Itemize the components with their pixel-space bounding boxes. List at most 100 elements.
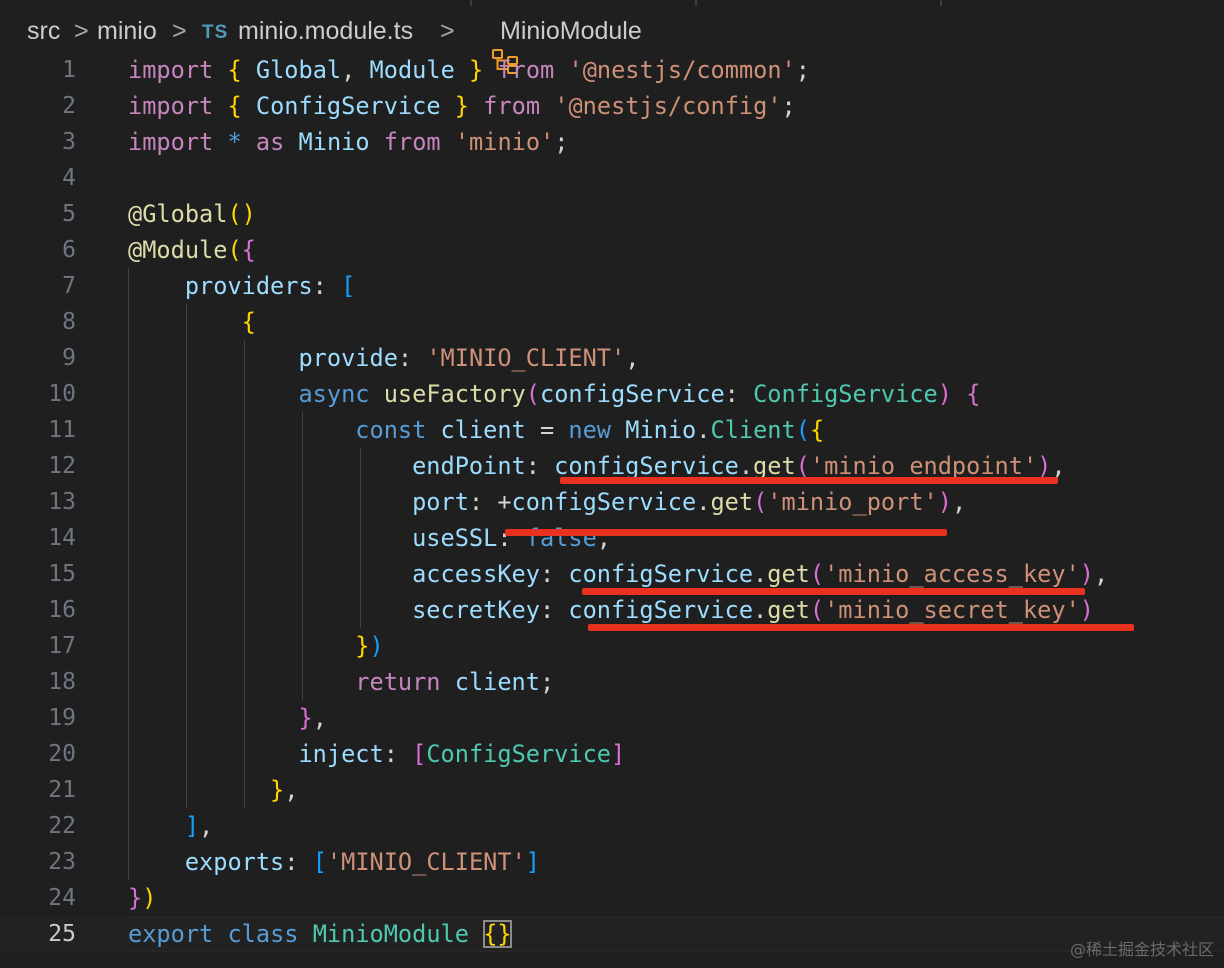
code-text[interactable]: @Module({ [128,232,256,268]
code-line[interactable]: 23 exports: ['MINIO_CLIENT'] [0,844,1224,880]
code-token: : [284,848,313,876]
line-number: 3 [62,129,76,155]
code-line[interactable]: 9 provide: 'MINIO_CLIENT', [0,340,1224,376]
code-line[interactable]: 21 }, [0,772,1224,808]
code-line[interactable]: 22 ], [0,808,1224,844]
breadcrumb-item-src[interactable]: src [27,16,60,46]
breadcrumb-item-file[interactable]: minio.module.ts [238,16,413,46]
code-token: async [298,380,370,408]
tab-divider [940,0,942,6]
code-text[interactable]: secretKey: configService.get('minio_secr… [128,592,1094,628]
code-text[interactable]: async useFactory(configService: ConfigSe… [128,376,980,412]
code-line[interactable]: 17 }) [0,628,1224,664]
code-token: export [128,920,214,948]
code-text[interactable]: }) [128,628,384,664]
line-number: 20 [48,741,76,767]
code-line[interactable]: 14 useSSL: false, [0,520,1224,556]
code-text[interactable]: }) [128,880,156,916]
line-number: 2 [62,93,76,119]
line-number: 15 [48,561,76,587]
code-token: : [312,272,342,300]
code-line[interactable]: 19 }, [0,700,1224,736]
code-token: ) [369,632,384,660]
code-line[interactable]: 5 @Global() [0,196,1224,232]
code-token: : [397,344,427,372]
code-line[interactable]: 3 import * as Minio from 'minio'; [0,124,1224,160]
indent-guide [360,448,361,628]
matched-bracket-highlight: {} [483,920,512,948]
indent-guide [128,268,129,880]
code-line[interactable]: 8 { [0,304,1224,340]
line-number: 12 [48,453,76,479]
code-line[interactable]: 2 import { ConfigService } from '@nestjs/… [0,88,1224,124]
code-text[interactable]: }, [128,772,298,808]
code-line[interactable]: 7 providers: [ [0,268,1224,304]
code-line[interactable]: 6 @Module({ [0,232,1224,268]
code-text[interactable]: import { Global, Module } from '@nestjs/… [128,52,810,88]
code-line[interactable]: 1 import { Global, Module } from '@nestjs… [0,52,1224,88]
code-line[interactable]: 13 port: +configService.get('minio_port'… [0,484,1224,520]
breadcrumb-item-symbol[interactable]: MinioModule [500,16,642,46]
code-token: } [469,56,484,84]
code-text[interactable]: { [128,304,256,340]
code-line[interactable]: 16 secretKey: configService.get('minio_s… [0,592,1224,628]
code-editor[interactable]: 1 import { Global, Module } from '@nestjs… [0,52,1224,952]
code-token: 'minio_endpoint' [809,452,1038,480]
code-token: } [128,884,143,912]
code-text[interactable]: inject: [ConfigService] [128,736,625,772]
code-token: configService [568,560,754,588]
code-text[interactable]: ], [128,808,213,844]
code-token: [ [312,848,327,876]
line-number: 6 [62,237,76,263]
code-text[interactable]: return client; [128,664,554,700]
code-text[interactable]: }, [128,700,326,736]
code-text[interactable]: const client = new Minio.Client({ [128,412,824,448]
code-token: ( [809,596,825,624]
indent-guide [302,412,303,700]
code-text[interactable]: useSSL: false, [128,520,611,556]
breadcrumb-item-folder[interactable]: minio [97,16,157,46]
code-token: ; [554,128,569,156]
code-token: [ [341,272,356,300]
code-token: new [568,416,612,444]
code-text[interactable]: export class MinioModule {} [128,916,512,952]
code-text[interactable]: port: +configService.get('minio_port'), [128,484,966,520]
code-line[interactable]: 18 return client; [0,664,1224,700]
code-line[interactable]: 25 export class MinioModule {} [0,916,1224,952]
code-token: 'minio_access_key' [824,560,1080,588]
code-line[interactable]: 24}) [0,880,1224,916]
code-line[interactable]: 20 inject: [ConfigService] [0,736,1224,772]
code-token: useSSL [412,524,498,552]
code-text[interactable]: exports: ['MINIO_CLIENT'] [128,844,540,880]
code-text[interactable]: provide: 'MINIO_CLIENT', [128,340,639,376]
code-text[interactable]: import { ConfigService } from '@nestjs/c… [128,88,796,124]
code-token: { [241,308,256,336]
code-line[interactable]: 10 async useFactory(configService: Confi… [0,376,1224,412]
code-text[interactable]: import * as Minio from 'minio'; [128,124,568,160]
line-number: 25 [48,921,76,947]
line-number: 24 [48,885,76,911]
chevron-right-icon: > [74,17,89,45]
code-token: from [483,92,541,120]
code-text[interactable]: @Global() [128,196,256,232]
code-token: endPoint [412,452,526,480]
code-token: . [753,560,768,588]
code-line[interactable]: 4 [0,160,1224,196]
code-token: Global [255,56,342,84]
code-line[interactable]: 11 const client = new Minio.Client({ [0,412,1224,448]
code-token: ] [611,740,626,768]
code-line[interactable]: 15 accessKey: configService.get('minio_a… [0,556,1224,592]
code-text[interactable]: providers: [ [128,268,355,304]
code-text[interactable]: accessKey: configService.get('minio_acce… [128,556,1108,592]
tab-divider [470,0,472,6]
